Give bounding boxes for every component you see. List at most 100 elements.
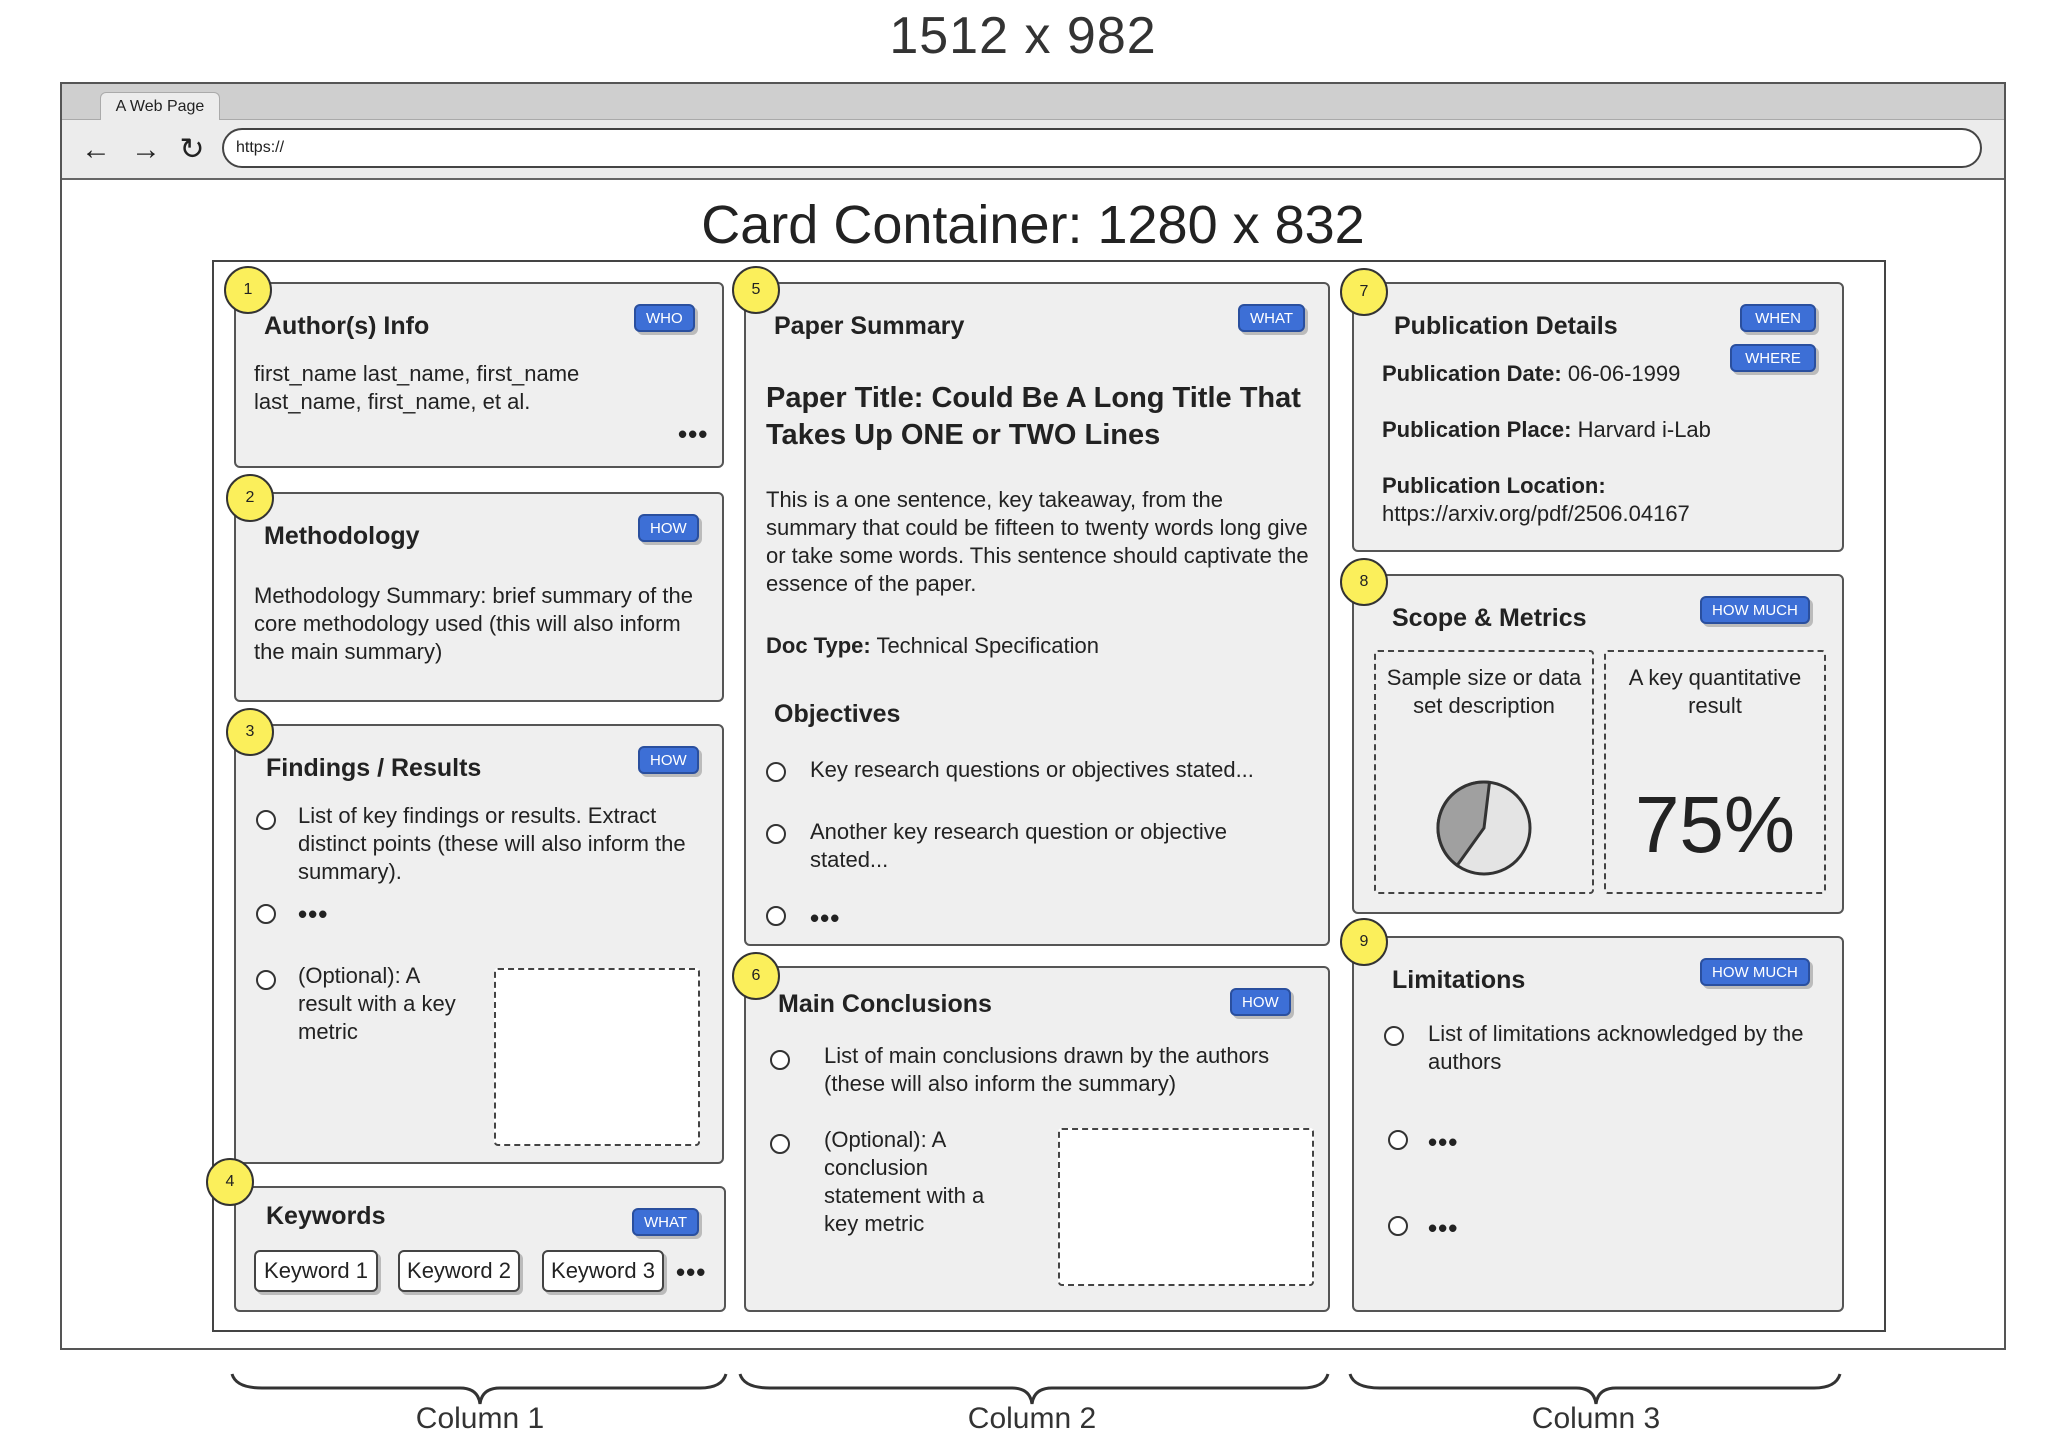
findings-card: Findings / Results HOW List of key findi… — [234, 724, 724, 1164]
card-title: Limitations — [1392, 966, 1526, 994]
bullet-icon — [1388, 1216, 1408, 1236]
bullet-icon — [256, 810, 276, 830]
bullet-icon — [256, 904, 276, 924]
step-marker: 2 — [226, 474, 274, 522]
key-takeaway: This is a one sentence, key takeaway, fr… — [766, 487, 1309, 596]
publication-place: Publication Place: Harvard i-Lab — [1382, 416, 1822, 444]
container-title: Card Container: 1280 x 832 — [701, 195, 1365, 255]
key-metric-tile: A key quantitative result 75% — [1604, 650, 1826, 894]
paper-summary-card: Paper Summary WHAT Paper Title: Could Be… — [744, 282, 1330, 946]
bullet-icon — [766, 824, 786, 844]
doc-type: Doc Type: Technical Specification — [766, 632, 1316, 660]
more-icon[interactable]: ••• — [676, 1259, 706, 1285]
keywords-card: Keywords WHAT Keyword 1 Keyword 2 Keywor… — [234, 1186, 726, 1312]
how-badge[interactable]: HOW — [1230, 988, 1291, 1016]
tab-strip: A Web Page — [62, 84, 2004, 122]
step-marker: 9 — [1340, 918, 1388, 966]
publication-details-card: Publication Details WHEN WHERE Publicati… — [1352, 282, 1844, 552]
how-much-badge[interactable]: HOW MUCH — [1700, 596, 1810, 624]
column-2-brace — [738, 1373, 1330, 1405]
step-marker: 1 — [224, 266, 272, 314]
keyword-chip[interactable]: Keyword 1 — [254, 1250, 378, 1292]
when-badge[interactable]: WHEN — [1740, 304, 1816, 332]
keyword-chip[interactable]: Keyword 3 — [542, 1250, 664, 1292]
card-title: Author(s) Info — [264, 312, 430, 340]
browser-window: A Web Page ← → ↻ https:// Card Container… — [60, 82, 2006, 1350]
doc-type-value: Technical Specification — [876, 633, 1100, 658]
reload-icon[interactable]: ↻ — [170, 128, 214, 172]
bullet-icon — [770, 1050, 790, 1070]
publication-date-value: 06-06-1999 — [1567, 361, 1681, 386]
publication-location-link[interactable]: https://arxiv.org/pdf/2506.04167 — [1382, 500, 1822, 528]
publication-date: Publication Date: 06-06-1999 — [1382, 360, 1722, 388]
browser-tab[interactable]: A Web Page — [100, 92, 220, 122]
scope-metrics-card: Scope & Metrics HOW MUCH Sample size or … — [1352, 574, 1844, 914]
arrow-right-icon[interactable]: → — [124, 128, 168, 172]
how-badge[interactable]: HOW — [638, 746, 699, 774]
arrow-left-icon[interactable]: ← — [74, 128, 118, 172]
card-title: Findings / Results — [266, 754, 482, 782]
how-much-badge[interactable]: HOW MUCH — [1700, 958, 1810, 986]
bullet-icon — [770, 1134, 790, 1154]
step-marker: 3 — [226, 708, 274, 756]
conclusion-item: List of main conclusions drawn by the au… — [824, 1043, 1270, 1096]
step-marker: 8 — [1340, 558, 1388, 606]
pie-chart — [1436, 780, 1532, 876]
column-3-label: Column 3 — [1531, 1402, 1661, 1435]
limitations-card: Limitations HOW MUCH List of limitations… — [1352, 936, 1844, 1312]
more-icon[interactable]: ••• — [1428, 1129, 1458, 1155]
key-metric-text: A key quantitative result — [1628, 665, 1802, 718]
bullet-icon — [766, 906, 786, 926]
bullet-icon — [766, 762, 786, 782]
finding-item: List of key findings or results. Extract… — [298, 803, 686, 884]
authors-card: Author(s) Info WHO first_name last_name,… — [234, 282, 724, 468]
card-container: Author(s) Info WHO first_name last_name,… — [206, 260, 1886, 1332]
step-marker: 6 — [732, 952, 780, 1000]
more-icon[interactable]: ••• — [810, 905, 840, 931]
url-input[interactable]: https:// — [222, 128, 1982, 168]
publication-date-label: Publication Date: — [1382, 361, 1562, 386]
step-marker: 4 — [206, 1158, 254, 1206]
bullet-icon — [1384, 1026, 1404, 1046]
sample-size-tile: Sample size or data set description — [1374, 650, 1594, 894]
sample-size-text: Sample size or data set description — [1386, 665, 1582, 718]
more-icon[interactable]: ••• — [298, 901, 328, 927]
column-2-label: Column 2 — [967, 1402, 1097, 1435]
authors-text: first_name last_name, first_name last_na… — [254, 361, 580, 414]
card-title: Publication Details — [1394, 312, 1618, 340]
more-icon[interactable]: ••• — [1428, 1215, 1458, 1241]
finding-item: (Optional): A result with a key metric — [298, 963, 456, 1044]
browser-toolbar: ← → ↻ https:// — [62, 120, 2004, 180]
card-title: Keywords — [266, 1202, 386, 1230]
what-badge[interactable]: WHAT — [1238, 304, 1306, 332]
screen-dimension-label: 1512 x 982 — [889, 7, 1157, 65]
card-title: Paper Summary — [774, 312, 965, 340]
limitation-item: List of limitations acknowledged by the … — [1428, 1021, 1804, 1074]
keyword-chip[interactable]: Keyword 2 — [398, 1250, 520, 1292]
what-badge[interactable]: WHAT — [632, 1208, 700, 1236]
card-title: Scope & Metrics — [1392, 604, 1587, 632]
publication-location-label: Publication Location: — [1382, 473, 1606, 498]
more-icon[interactable]: ••• — [678, 421, 708, 447]
who-badge[interactable]: WHO — [634, 304, 695, 332]
conclusion-item: (Optional): A conclusion statement with … — [824, 1127, 985, 1236]
publication-place-label: Publication Place: — [1382, 417, 1572, 442]
metric-placeholder — [494, 968, 700, 1146]
bullet-icon — [1388, 1130, 1408, 1150]
objectives-title: Objectives — [774, 700, 901, 728]
where-badge[interactable]: WHERE — [1730, 344, 1816, 372]
column-3-brace — [1348, 1373, 1842, 1405]
main-conclusions-card: Main Conclusions HOW List of main conclu… — [744, 966, 1330, 1312]
publication-place-value: Harvard i-Lab — [1577, 417, 1711, 442]
how-badge[interactable]: HOW — [638, 514, 699, 542]
paper-title: Paper Title: Could Be A Long Title That … — [766, 382, 1301, 451]
column-1-label: Column 1 — [415, 1402, 545, 1435]
key-metric-value: 75% — [1634, 780, 1796, 869]
objective-item: Key research questions or objectives sta… — [810, 757, 1254, 782]
step-marker: 7 — [1340, 268, 1388, 316]
column-1-brace — [230, 1373, 728, 1405]
card-title: Main Conclusions — [778, 990, 992, 1018]
methodology-card: Methodology HOW Methodology Summary: bri… — [234, 492, 724, 702]
metric-placeholder — [1058, 1128, 1314, 1286]
objective-item: Another key research question or objecti… — [810, 819, 1228, 872]
